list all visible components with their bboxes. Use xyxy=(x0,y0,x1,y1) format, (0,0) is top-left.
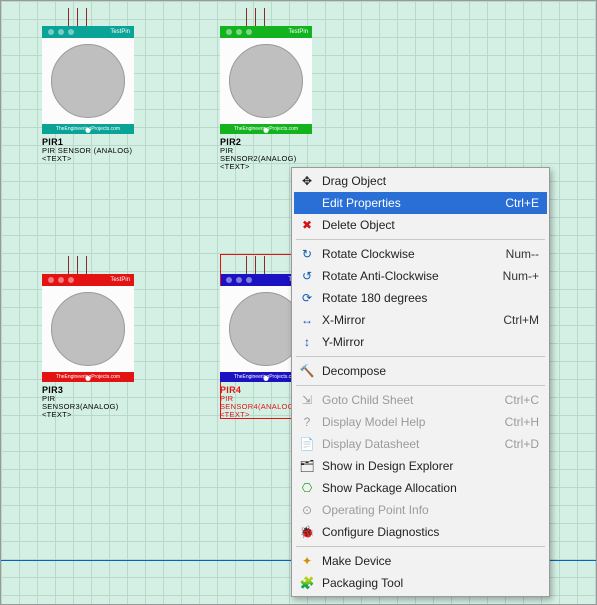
context-menu: ✥ Drag Object Edit PropertiesCtrl+E ✖ Delete… xyxy=(291,167,550,597)
menu-item-shortcut: Ctrl+M xyxy=(503,313,539,327)
miry-icon: ↕ xyxy=(298,333,316,351)
goto-icon: ⇲ xyxy=(298,391,316,409)
menu-separator xyxy=(296,356,545,357)
pkgtool-icon: 🧩 xyxy=(298,574,316,592)
component-label: PIR1PIR SENSOR (ANALOG)<TEXT> xyxy=(42,138,134,163)
pir-dome-icon xyxy=(51,44,125,118)
menu-item-make-device[interactable]: ✦ Make Device xyxy=(294,550,547,572)
delete-icon: ✖ xyxy=(298,216,316,234)
component-label: PIR3PIR SENSOR3(ANALOG)<TEXT> xyxy=(42,386,134,419)
menu-item-label: X-Mirror xyxy=(322,313,503,327)
menu-item-label: Edit Properties xyxy=(322,196,505,210)
menu-item-label: Packaging Tool xyxy=(322,576,539,590)
menu-item-label: Rotate Anti-Clockwise xyxy=(322,269,503,283)
menu-separator xyxy=(296,385,545,386)
mirx-icon: ↔ xyxy=(298,311,316,329)
explorer-icon: 🗂 xyxy=(298,457,316,475)
menu-item-label: Goto Child Sheet xyxy=(322,393,505,407)
data-icon: 📄 xyxy=(298,435,316,453)
help-icon: ? xyxy=(298,413,316,431)
decomp-icon: 🔨 xyxy=(298,362,316,380)
menu-item-shortcut: Ctrl+C xyxy=(505,393,539,407)
menu-item-drag-object[interactable]: ✥ Drag Object xyxy=(294,170,547,192)
pir-dome-icon xyxy=(51,292,125,366)
rot180-icon: ⟳ xyxy=(298,289,316,307)
component-body xyxy=(42,38,134,124)
menu-item-rotate-180-degrees[interactable]: ⟳ Rotate 180 degrees xyxy=(294,287,547,309)
component-pir3[interactable]: TestPin TheEngineeringProjects.com PIR3P… xyxy=(42,254,134,419)
menu-item-label: Y-Mirror xyxy=(322,335,539,349)
menu-separator xyxy=(296,239,545,240)
component-pir2[interactable]: TestPin TheEngineeringProjects.com PIR2P… xyxy=(220,6,312,171)
component-strip: TheEngineeringProjects.com xyxy=(220,124,312,134)
menu-item-label: Operating Point Info xyxy=(322,503,539,517)
menu-item-label: Make Device xyxy=(322,554,539,568)
menu-item-label: Show Package Allocation xyxy=(322,481,539,495)
component-board: TestPin xyxy=(42,274,134,286)
menu-item-label: Configure Diagnostics xyxy=(322,525,539,539)
component-board: TestPin xyxy=(42,26,134,38)
component-pins xyxy=(68,254,134,274)
rotcw-icon: ↻ xyxy=(298,245,316,263)
blank-icon xyxy=(298,194,316,212)
pir-dome-icon xyxy=(229,44,303,118)
rotccw-icon: ↺ xyxy=(298,267,316,285)
menu-item-packaging-tool[interactable]: 🧩 Packaging Tool xyxy=(294,572,547,594)
menu-item-shortcut: Ctrl+H xyxy=(505,415,539,429)
component-pins xyxy=(246,6,312,26)
menu-item-display-model-help: ? Display Model HelpCtrl+H xyxy=(294,411,547,433)
menu-item-label: Decompose xyxy=(322,364,539,378)
component-strip: TheEngineeringProjects.com xyxy=(42,372,134,382)
menu-item-label: Display Model Help xyxy=(322,415,505,429)
menu-item-rotate-clockwise[interactable]: ↻ Rotate ClockwiseNum-- xyxy=(294,243,547,265)
menu-item-label: Delete Object xyxy=(322,218,539,232)
menu-item-decompose[interactable]: 🔨 Decompose xyxy=(294,360,547,382)
opinfo-icon: ⊙ xyxy=(298,501,316,519)
menu-item-show-in-design-explorer[interactable]: 🗂 Show in Design Explorer xyxy=(294,455,547,477)
menu-item-shortcut: Num-+ xyxy=(503,269,539,283)
menu-item-y-mirror[interactable]: ↕ Y-Mirror xyxy=(294,331,547,353)
menu-item-operating-point-info: ⊙ Operating Point Info xyxy=(294,499,547,521)
menu-item-show-package-allocation[interactable]: ⎔ Show Package Allocation xyxy=(294,477,547,499)
menu-item-shortcut: Num-- xyxy=(506,247,539,261)
menu-item-label: Rotate Clockwise xyxy=(322,247,506,261)
component-body xyxy=(220,38,312,124)
makedev-icon: ✦ xyxy=(298,552,316,570)
diag-icon: 🐞 xyxy=(298,523,316,541)
menu-item-label: Display Datasheet xyxy=(322,437,505,451)
menu-item-x-mirror[interactable]: ↔ X-MirrorCtrl+M xyxy=(294,309,547,331)
menu-item-edit-properties[interactable]: Edit PropertiesCtrl+E xyxy=(294,192,547,214)
menu-item-label: Show in Design Explorer xyxy=(322,459,539,473)
menu-item-shortcut: Ctrl+D xyxy=(505,437,539,451)
menu-item-shortcut: Ctrl+E xyxy=(505,196,539,210)
menu-item-configure-diagnostics[interactable]: 🐞 Configure Diagnostics xyxy=(294,521,547,543)
menu-item-label: Rotate 180 degrees xyxy=(322,291,539,305)
component-body xyxy=(42,286,134,372)
component-pir1[interactable]: TestPin TheEngineeringProjects.com PIR1P… xyxy=(42,6,134,163)
component-pins xyxy=(68,6,134,26)
menu-item-delete-object[interactable]: ✖ Delete Object xyxy=(294,214,547,236)
component-board: TestPin xyxy=(220,26,312,38)
menu-item-goto-child-sheet: ⇲ Goto Child SheetCtrl+C xyxy=(294,389,547,411)
component-strip: TheEngineeringProjects.com xyxy=(42,124,134,134)
menu-item-rotate-anti-clockwise[interactable]: ↺ Rotate Anti-ClockwiseNum-+ xyxy=(294,265,547,287)
move-icon: ✥ xyxy=(298,172,316,190)
menu-item-label: Drag Object xyxy=(322,174,539,188)
package-icon: ⎔ xyxy=(298,479,316,497)
menu-separator xyxy=(296,546,545,547)
menu-item-display-datasheet: 📄 Display DatasheetCtrl+D xyxy=(294,433,547,455)
